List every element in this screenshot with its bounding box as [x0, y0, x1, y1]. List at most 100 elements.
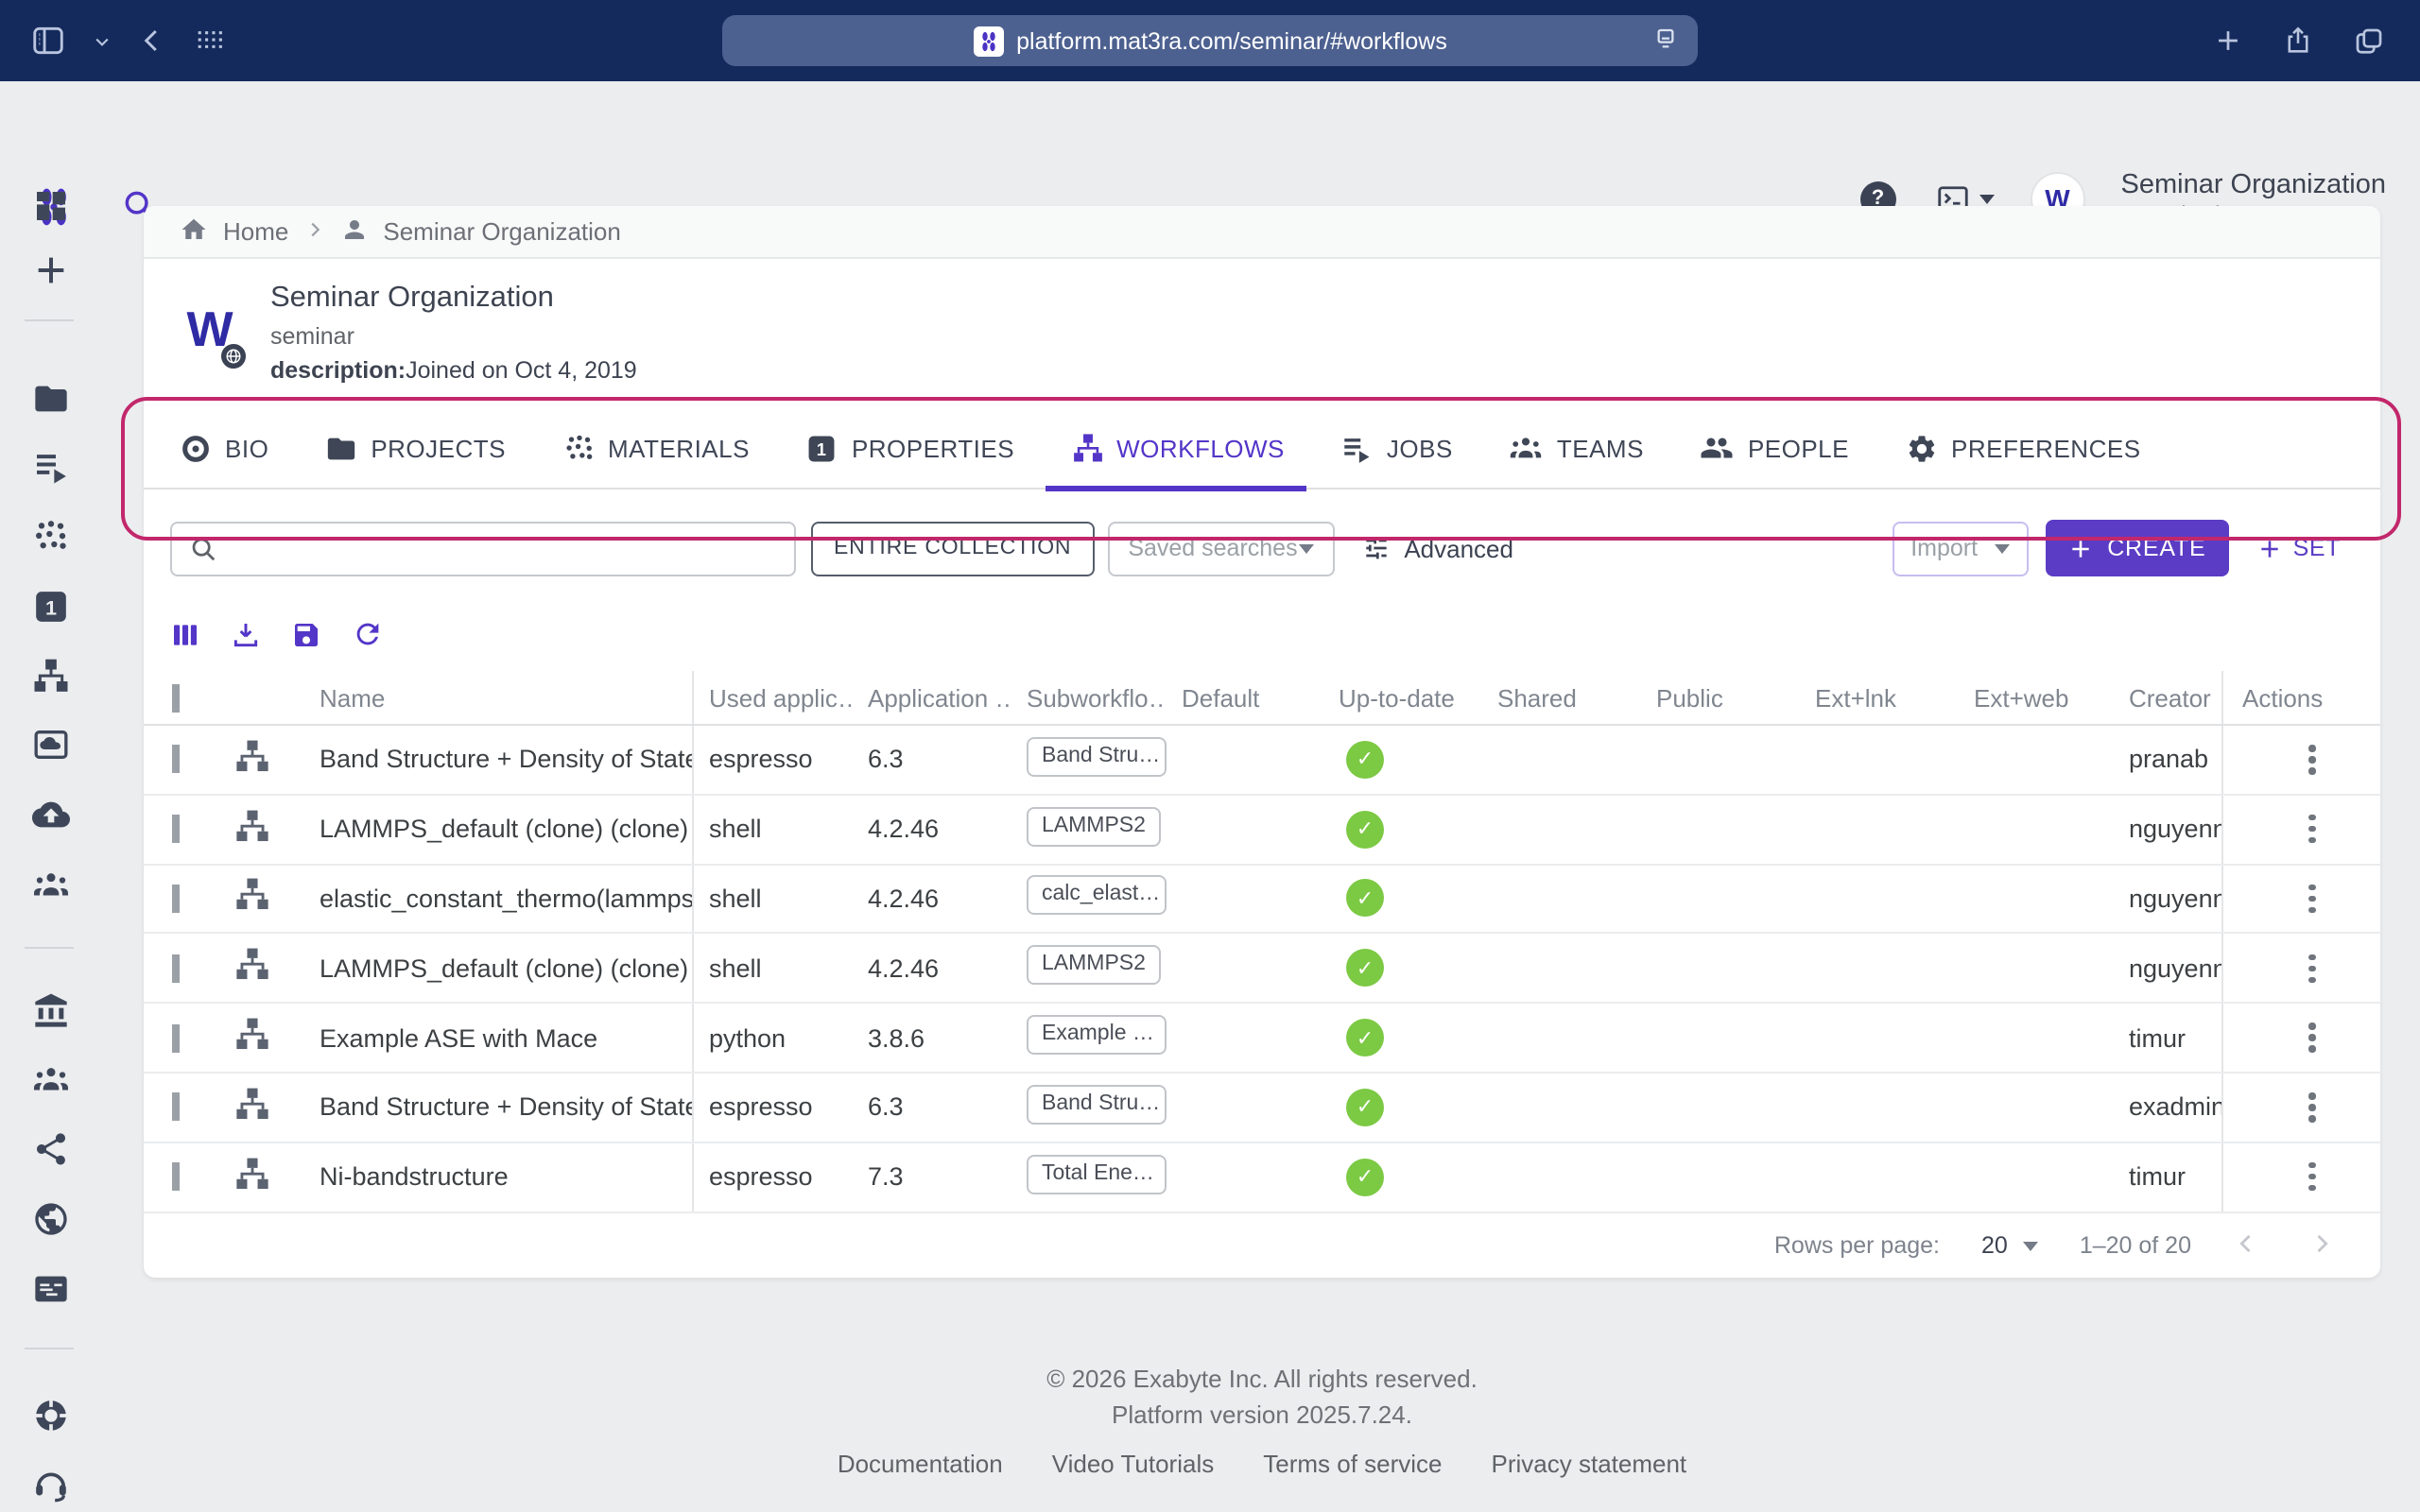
workflow-name[interactable]: Ni-bandstructure	[320, 1162, 509, 1191]
folder-icon	[325, 432, 357, 464]
globe-icon[interactable]	[32, 1200, 70, 1238]
billing-card-icon[interactable]	[32, 1270, 70, 1308]
tab-materials[interactable]: MATERIALS	[562, 407, 750, 489]
tab-preferences[interactable]: PREFERENCES	[1906, 407, 2141, 489]
row-actions-menu[interactable]	[2299, 884, 2325, 913]
row-checkbox[interactable]	[172, 954, 180, 983]
workflow-name[interactable]: LAMMPS_default (clone) (clone) (…	[320, 815, 694, 843]
workflow-name[interactable]: Band Structure + Density of State…	[320, 1093, 694, 1122]
share-icon[interactable]	[2282, 25, 2314, 57]
used-application: shell	[694, 815, 853, 843]
media-icon[interactable]	[32, 726, 70, 764]
table-row[interactable]: LAMMPS_default (clone) (clone) shell 4.2…	[144, 935, 2380, 1005]
headset-icon[interactable]	[32, 1467, 70, 1504]
breadcrumb-home[interactable]: Home	[223, 217, 288, 246]
workflow-name[interactable]: LAMMPS_default (clone) (clone)	[320, 954, 688, 983]
tab-workflows[interactable]: WORKFLOWS	[1071, 407, 1285, 489]
support-icon[interactable]	[32, 1397, 70, 1435]
table-row[interactable]: Band Structure + Density of State… espre…	[144, 726, 2380, 796]
row-checkbox[interactable]	[172, 815, 180, 843]
columns-icon[interactable]	[170, 619, 200, 659]
save-icon[interactable]	[291, 619, 321, 659]
workflows-icon[interactable]	[32, 658, 70, 696]
tab-bar: BIO PROJECTS MATERIALS 1PROPERTIES WORKF…	[144, 408, 2380, 490]
download-icon[interactable]	[231, 619, 261, 659]
used-application: shell	[694, 885, 853, 913]
select-all-checkbox[interactable]	[172, 683, 180, 712]
row-checkbox[interactable]	[172, 1093, 180, 1122]
person-icon	[339, 215, 368, 249]
reader-mode-icon[interactable]	[1651, 25, 1681, 55]
workflow-name[interactable]: elastic_constant_thermo(lammps…	[320, 885, 694, 913]
people-group-icon[interactable]	[32, 1060, 70, 1098]
workflow-icon	[234, 1156, 270, 1192]
row-actions-menu[interactable]	[2299, 1162, 2325, 1192]
table-row[interactable]: elastic_constant_thermo(lammps… shell 4.…	[144, 865, 2380, 935]
materials-icon[interactable]	[32, 518, 70, 556]
table-row[interactable]: Ni-bandstructure espresso 7.3 Total Ene……	[144, 1143, 2380, 1213]
footer-link-terms[interactable]: Terms of service	[1263, 1450, 1442, 1478]
version-text: Platform version 2025.7.24.	[144, 1400, 2380, 1429]
create-button[interactable]: CREATE	[2045, 520, 2228, 576]
footer-link-privacy[interactable]: Privacy statement	[1492, 1450, 1687, 1478]
advanced-filters-button[interactable]: Advanced	[1360, 533, 1513, 563]
share-network-icon[interactable]	[32, 1130, 70, 1168]
dashboard-icon[interactable]	[32, 187, 70, 225]
add-icon[interactable]	[32, 251, 70, 289]
row-checkbox[interactable]	[172, 885, 180, 913]
table-row[interactable]: Band Structure + Density of State… espre…	[144, 1074, 2380, 1143]
search-input[interactable]	[229, 523, 794, 574]
set-button[interactable]: SET	[2257, 535, 2341, 561]
row-actions-menu[interactable]	[2299, 954, 2325, 983]
rows-per-page-select[interactable]: 20	[1981, 1232, 2038, 1259]
row-checkbox[interactable]	[172, 1162, 180, 1191]
workflows-table: Name Used applic… Application … Subworkf…	[144, 671, 2380, 1212]
row-checkbox[interactable]	[172, 746, 180, 774]
footer-link-video-tutorials[interactable]: Video Tutorials	[1052, 1450, 1215, 1478]
table-row[interactable]: Example ASE with Mace python 3.8.6 Examp…	[144, 1004, 2380, 1074]
properties-icon[interactable]: 1	[32, 588, 70, 626]
workflow-name[interactable]: Band Structure + Density of State…	[320, 746, 694, 774]
new-tab-icon[interactable]	[2212, 25, 2244, 57]
app-grid-icon[interactable]	[193, 25, 225, 57]
tab-bio[interactable]: BIO	[180, 407, 268, 489]
chevron-right-icon	[303, 217, 324, 246]
application-version: 3.8.6	[853, 1023, 1011, 1052]
table-row[interactable]: LAMMPS_default (clone) (clone) (… shell …	[144, 796, 2380, 866]
next-page-icon[interactable]	[2308, 1229, 2335, 1262]
import-select[interactable]: Import	[1892, 521, 2028, 576]
url-bar[interactable]: platform.mat3ra.com/seminar/#workflows	[722, 15, 1698, 66]
row-actions-menu[interactable]	[2299, 1092, 2325, 1122]
tab-jobs[interactable]: JOBS	[1341, 407, 1453, 489]
row-actions-menu[interactable]	[2299, 1023, 2325, 1053]
tab-teams[interactable]: TEAMS	[1510, 407, 1644, 489]
saved-searches-select[interactable]: Saved searches	[1107, 521, 1334, 576]
row-actions-menu[interactable]	[2299, 815, 2325, 844]
back-icon[interactable]	[138, 26, 166, 55]
prev-page-icon[interactable]	[2233, 1229, 2259, 1262]
tab-projects[interactable]: PROJECTS	[325, 407, 506, 489]
organizations-icon[interactable]	[32, 866, 70, 903]
projects-folder-icon[interactable]	[32, 380, 70, 418]
entire-collection-button[interactable]: ENTIRE COLLECTION	[811, 521, 1094, 576]
sidebar-toggle-icon[interactable]	[30, 23, 66, 59]
application-version: 4.2.46	[853, 885, 1011, 913]
cloud-upload-icon[interactable]	[32, 796, 70, 833]
bank-icon[interactable]	[32, 992, 70, 1030]
tab-people[interactable]: PEOPLE	[1701, 407, 1849, 489]
tab-properties[interactable]: 1PROPERTIES	[806, 407, 1014, 489]
search-box[interactable]	[170, 521, 796, 576]
people-icon	[1701, 431, 1735, 465]
row-actions-menu[interactable]	[2299, 745, 2325, 774]
home-icon[interactable]	[180, 215, 208, 249]
workflow-name[interactable]: Example ASE with Mace	[320, 1023, 597, 1052]
chevron-down-icon[interactable]	[93, 31, 112, 50]
footer-link-documentation[interactable]: Documentation	[838, 1450, 1003, 1478]
refresh-icon[interactable]	[352, 618, 384, 660]
tabs-overview-icon[interactable]	[2352, 24, 2386, 58]
row-checkbox[interactable]	[172, 1023, 180, 1052]
jobs-icon[interactable]	[32, 448, 70, 486]
svg-text:1: 1	[45, 595, 57, 619]
breadcrumb-current[interactable]: Seminar Organization	[383, 217, 620, 246]
footer: © 2026 Exabyte Inc. All rights reserved.…	[144, 1365, 2380, 1478]
